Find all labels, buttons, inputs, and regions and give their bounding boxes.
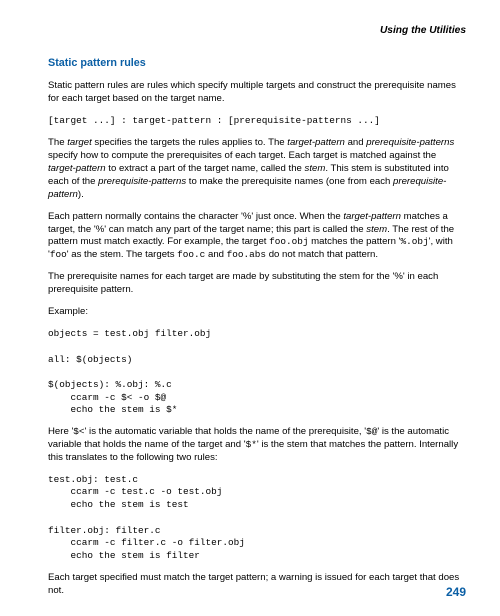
example-label: Example:: [48, 306, 466, 319]
code-inline: $*: [246, 439, 257, 450]
text: to extract a part of the target name, ca…: [106, 163, 305, 174]
page-content: Using the Utilities Static pattern rules…: [0, 0, 500, 597]
text: ).: [78, 189, 84, 200]
code-inline: foo.abs: [227, 249, 266, 260]
em: target-pattern: [343, 211, 401, 222]
paragraph: Static pattern rules are rules which spe…: [48, 80, 466, 106]
em: target-pattern: [48, 163, 106, 174]
em: stem: [366, 224, 387, 235]
text: and: [345, 137, 366, 148]
em: prerequisite-patterns: [366, 137, 454, 148]
page-number: 249: [446, 584, 466, 600]
text: The: [48, 137, 67, 148]
paragraph: Each target specified must match the tar…: [48, 572, 466, 598]
text: specifies the targets the rules applies …: [92, 137, 288, 148]
code-inline: foo: [50, 249, 67, 260]
text: Here ': [48, 426, 73, 437]
code-block: test.obj: test.c ccarm -c test.c -o test…: [48, 474, 466, 563]
text: and: [205, 249, 226, 260]
code-inline: %.obj: [400, 236, 428, 247]
text: Each pattern normally contains the chara…: [48, 211, 343, 222]
em: prerequisite-patterns: [98, 176, 186, 187]
code-inline: foo.obj: [269, 236, 308, 247]
paragraph: Here '$<' is the automatic variable that…: [48, 426, 466, 465]
text: ' as the stem. The targets: [67, 249, 177, 260]
paragraph: The prerequisite names for each target a…: [48, 271, 466, 297]
em: target-pattern: [287, 137, 345, 148]
text: do not match that pattern.: [266, 249, 378, 260]
code-block: [target ...] : target-pattern : [prerequ…: [48, 115, 466, 128]
paragraph: Each pattern normally contains the chara…: [48, 211, 466, 263]
text: matches the pattern ': [309, 236, 401, 247]
em: stem: [305, 163, 326, 174]
section-title: Static pattern rules: [48, 56, 466, 71]
text: to make the prerequisite names (one from…: [186, 176, 393, 187]
code-inline: foo.c: [177, 249, 205, 260]
running-header: Using the Utilities: [48, 24, 466, 38]
em: target: [67, 137, 92, 148]
code-inline: $@: [366, 426, 377, 437]
code-inline: $<: [73, 426, 84, 437]
text: specify how to compute the prerequisites…: [48, 150, 436, 161]
text: ' is the automatic variable that holds t…: [85, 426, 367, 437]
paragraph: The target specifies the targets the rul…: [48, 137, 466, 202]
code-block: objects = test.obj filter.obj all: $(obj…: [48, 328, 466, 417]
